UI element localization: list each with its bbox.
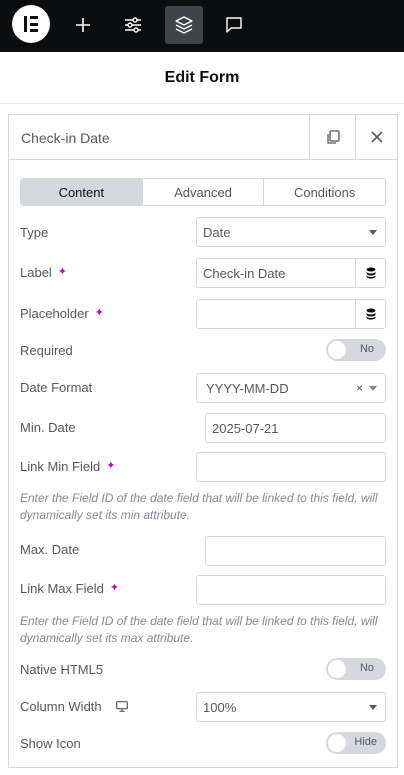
min-date-label: Min. Date xyxy=(20,417,76,437)
native-html5-label: Native HTML5 xyxy=(20,659,103,679)
link-min-field-label-text: Link Min Field xyxy=(20,458,101,474)
date-format-label: Date Format xyxy=(20,377,92,397)
section-tabs: Content Advanced Conditions xyxy=(20,178,386,206)
type-label: Type xyxy=(20,222,48,242)
field-title: Check-in Date xyxy=(21,130,110,146)
type-select[interactable]: Date xyxy=(196,217,386,247)
copy-icon xyxy=(327,130,340,144)
chat-icon xyxy=(226,17,242,33)
label-input[interactable]: Check-in Date xyxy=(196,258,386,288)
dynamic-tags-button[interactable] xyxy=(355,259,385,287)
chevron-down-icon xyxy=(369,705,377,710)
ai-sparkle-icon[interactable]: ✦ xyxy=(95,307,104,319)
min-date-value: 2025-07-21 xyxy=(212,420,279,436)
database-icon xyxy=(366,308,375,320)
link-max-help-text: Enter the Field ID of the date field tha… xyxy=(20,614,378,645)
label-input-value: Check-in Date xyxy=(203,265,286,281)
link-min-field-input[interactable] xyxy=(196,452,386,482)
ai-sparkle-icon[interactable]: ✦ xyxy=(106,460,115,472)
link-min-field-label: Link Min Field ✦ xyxy=(20,456,115,476)
date-format-value: YYYY-MM-DD xyxy=(206,380,289,396)
chevron-down-icon xyxy=(369,230,377,235)
logo-bar xyxy=(30,22,38,26)
sliders-icon xyxy=(125,17,141,33)
panel-header: Edit Form xyxy=(0,52,404,104)
notes-button[interactable] xyxy=(215,6,253,44)
toggle-label: No xyxy=(359,662,374,674)
type-label-text: Type xyxy=(20,224,49,240)
field-panel-header[interactable]: Check-in Date xyxy=(9,115,397,160)
plus-icon xyxy=(76,18,90,32)
date-format-select[interactable]: YYYY-MM-DD × xyxy=(196,373,386,403)
toggle-label: No xyxy=(359,343,374,355)
clear-icon[interactable]: × xyxy=(356,381,363,395)
page-title: Edit Form xyxy=(164,68,240,86)
add-element-button[interactable] xyxy=(64,6,102,44)
database-icon xyxy=(366,267,375,279)
logo-bar xyxy=(30,16,38,19)
desktop-icon[interactable] xyxy=(115,700,128,712)
placeholder-label: Placeholder ✦ xyxy=(20,303,104,323)
column-width-value: 100% xyxy=(203,699,237,715)
native-html5-toggle[interactable]: No xyxy=(326,658,386,680)
top-toolbar xyxy=(0,0,404,52)
tab-content[interactable]: Content xyxy=(21,179,143,205)
link-min-help-text: Enter the Field ID of the date field tha… xyxy=(20,491,378,522)
required-label-text: Required xyxy=(20,342,73,358)
logo-bar xyxy=(24,16,27,32)
required-label: Required xyxy=(20,340,73,360)
column-width-label: Column Width xyxy=(20,696,128,716)
toggle-label: Hide xyxy=(354,736,377,748)
column-width-label-text: Column Width xyxy=(20,698,102,714)
placeholder-label-text: Placeholder xyxy=(20,305,89,321)
chevron-down-icon xyxy=(369,386,377,391)
tab-advanced[interactable]: Advanced xyxy=(143,179,265,205)
ai-sparkle-icon[interactable]: ✦ xyxy=(58,266,67,278)
toggle-knob xyxy=(328,341,346,359)
date-format-label-text: Date Format xyxy=(20,379,93,395)
min-date-label-text: Min. Date xyxy=(20,419,76,435)
show-icon-label-text: Show Icon xyxy=(20,735,81,751)
tab-conditions[interactable]: Conditions xyxy=(264,179,385,205)
close-icon xyxy=(371,131,383,143)
divider xyxy=(309,115,310,160)
ai-sparkle-icon[interactable]: ✦ xyxy=(110,582,119,594)
structure-button[interactable] xyxy=(165,6,203,44)
native-html5-label-text: Native HTML5 xyxy=(20,661,104,677)
logo-bar xyxy=(30,29,38,32)
label-label: Label ✦ xyxy=(20,262,67,282)
min-date-input[interactable]: 2025-07-21 xyxy=(205,413,386,443)
dynamic-tags-button[interactable] xyxy=(355,300,385,328)
type-select-value: Date xyxy=(203,224,231,240)
max-date-input[interactable] xyxy=(205,536,386,566)
column-width-select[interactable]: 100% xyxy=(196,692,386,722)
link-max-field-label-text: Link Max Field xyxy=(20,580,104,596)
required-toggle[interactable]: No xyxy=(326,339,386,361)
layers-icon xyxy=(175,16,193,34)
label-label-text: Label xyxy=(20,264,52,280)
max-date-label: Max. Date xyxy=(20,539,79,559)
link-max-field-input[interactable] xyxy=(196,575,386,605)
site-settings-button[interactable] xyxy=(114,6,152,44)
placeholder-input[interactable] xyxy=(196,299,386,329)
duplicate-button[interactable] xyxy=(321,125,345,149)
elementor-logo-icon[interactable] xyxy=(12,5,50,43)
toggle-knob xyxy=(328,660,346,678)
link-max-field-label: Link Max Field ✦ xyxy=(20,578,119,598)
show-icon-label: Show Icon xyxy=(20,733,81,753)
show-icon-toggle[interactable]: Hide xyxy=(326,732,386,754)
divider xyxy=(355,115,356,160)
max-date-label-text: Max. Date xyxy=(20,541,80,557)
toggle-knob xyxy=(328,734,346,752)
remove-button[interactable] xyxy=(365,125,389,149)
